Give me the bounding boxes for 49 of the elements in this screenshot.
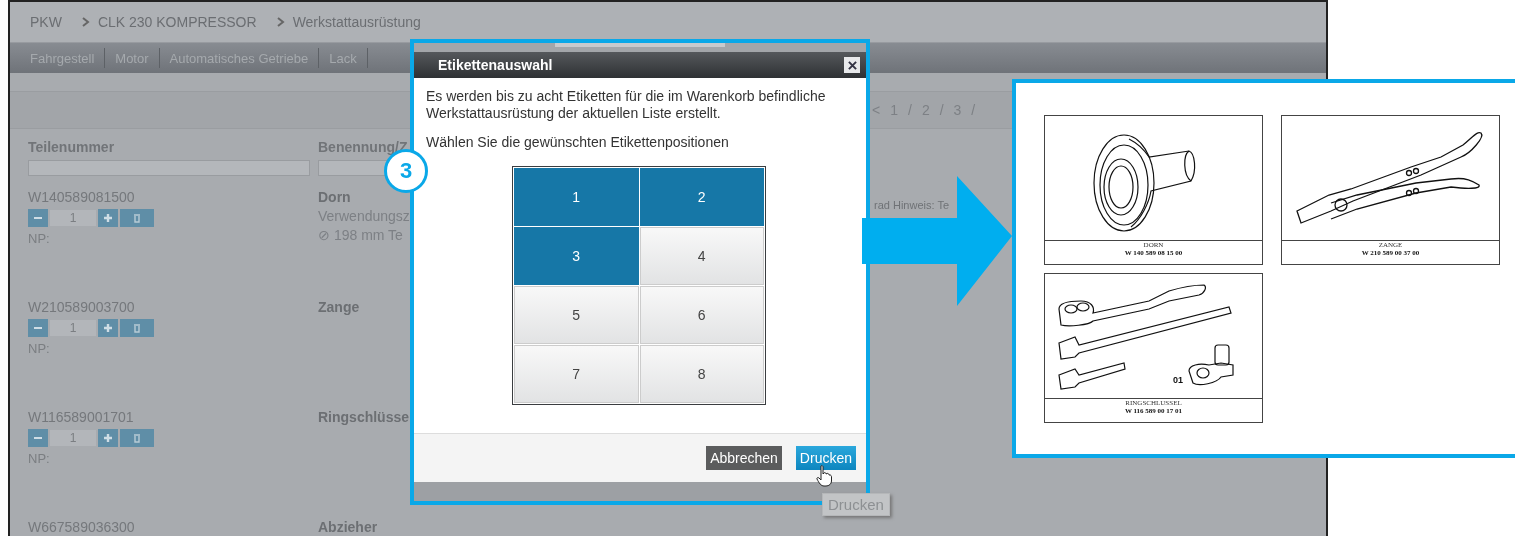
dialog-title: Etikettenauswahl [438,57,553,73]
chevron-icon [81,17,90,27]
quantity-field[interactable]: 1 [50,210,96,226]
label-position[interactable]: 6 [639,286,764,344]
pagination-item[interactable]: / [939,102,944,118]
trash-icon [132,433,142,443]
label-position[interactable]: 5 [514,286,639,344]
label-position[interactable]: 4 [639,227,764,285]
part-name: Ringschlüsse [318,409,410,425]
label-position[interactable]: 8 [639,345,764,403]
label-position[interactable]: 1 [514,168,639,226]
quantity-field[interactable]: 1 [50,430,96,446]
delete-button[interactable] [120,319,154,337]
trash-icon [132,323,142,333]
pagination-item[interactable]: / [908,102,912,118]
plus-button[interactable] [98,209,118,227]
label-position[interactable]: 2 [639,168,764,226]
breadcrumb-link[interactable]: Werkstattausrüstung [292,14,421,30]
part-name: Abzieher [318,519,378,535]
delete-button[interactable] [120,429,154,447]
dialog-prompt: Wählen Sie die gewünschten Etikettenpositionen [426,134,730,150]
chevron-icon [276,17,285,27]
plus-icon [103,323,113,333]
drag-handle[interactable] [555,43,725,47]
cancel-button[interactable]: Abbrechen [706,446,782,470]
plus-icon [103,213,113,223]
minus-button[interactable] [28,319,48,337]
quantity-field[interactable]: 1 [50,320,96,336]
plus-button[interactable] [98,319,118,337]
filter-field[interactable] [28,160,310,176]
part-name: Dorn [318,189,352,205]
close-button[interactable] [844,57,860,73]
minus-button[interactable] [28,429,48,447]
print-button[interactable]: Drucken [795,446,856,470]
close-icon [847,60,857,70]
callout-number: 01 [1172,374,1183,385]
label-position[interactable]: 3 [514,227,639,285]
plus-button[interactable] [98,429,118,447]
trash-icon [132,213,142,223]
label-position[interactable]: 7 [514,345,639,403]
dialog-description: Es werden bis zu acht Etiketten für die im Warenkorb befindliche Werkstattausrüstung der aktuellen Liste erstellt. [426,88,827,122]
minus-button[interactable] [28,209,48,227]
plus-icon [103,433,113,443]
pagination-item[interactable]: / [971,102,976,118]
delete-button[interactable] [120,209,154,227]
breadcrumb-link[interactable]: PKW [30,14,62,30]
pagination-item[interactable]: < [872,102,881,118]
breadcrumb-link[interactable]: CLK 230 KOMPRESSOR [97,14,257,30]
part-name: Zange [318,299,360,315]
